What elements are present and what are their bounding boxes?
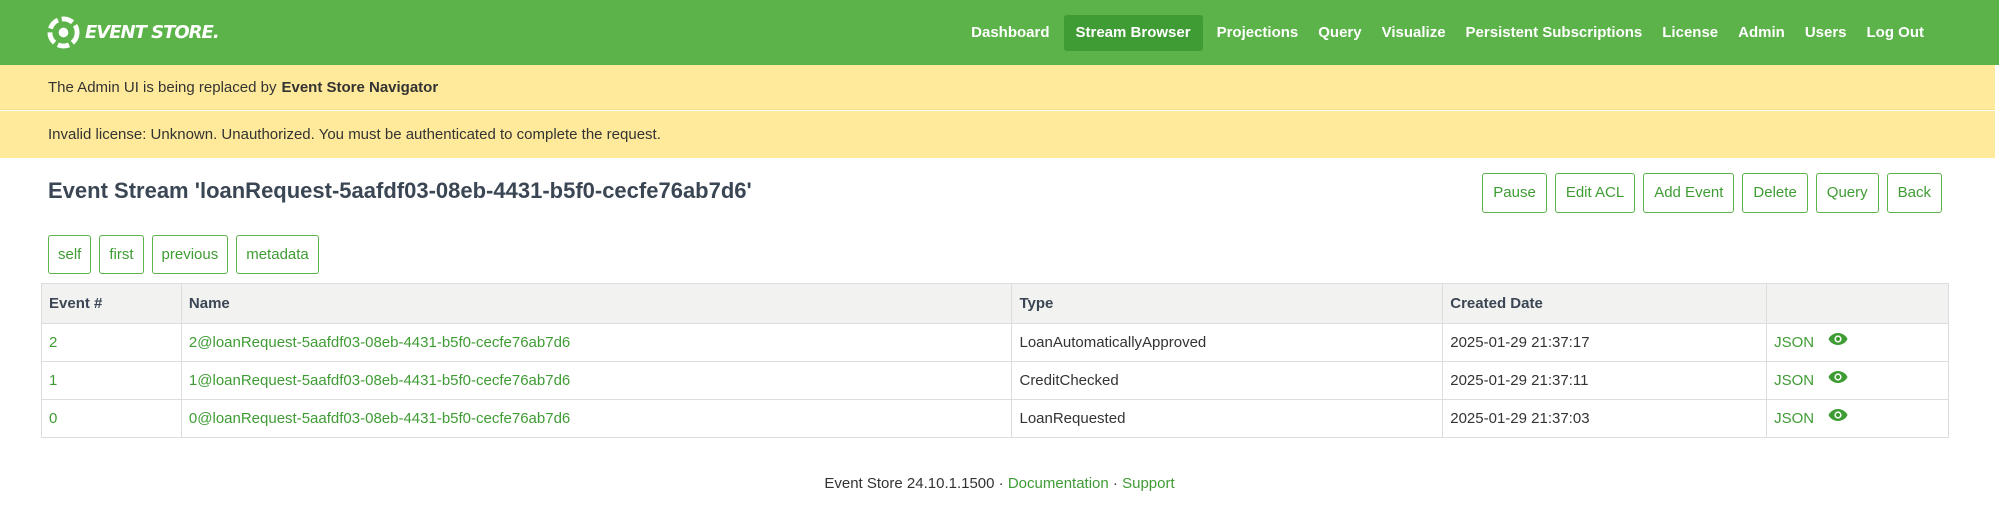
json-link[interactable]: JSON — [1774, 372, 1814, 389]
nav-log-out[interactable]: Log Out — [1857, 15, 1934, 51]
table-row: 0 0@loanRequest-5aafdf03-08eb-4431-b5f0-… — [41, 399, 1949, 438]
header-actions — [1766, 283, 1949, 324]
edit-acl-button[interactable]: Edit ACL — [1554, 173, 1636, 213]
event-created-date: 2025-01-29 21:37:03 — [1442, 399, 1768, 438]
previous-link[interactable]: previous — [151, 235, 229, 274]
footer-separator: · — [1112, 475, 1118, 492]
event-created-date: 2025-01-29 21:37:11 — [1442, 361, 1768, 400]
eye-icon[interactable] — [1828, 332, 1848, 350]
page-footer: Event Store 24.10.1.1500 · Documentation… — [0, 475, 1999, 492]
main-nav: Dashboard Stream Browser Projections Que… — [961, 0, 1999, 65]
back-button[interactable]: Back — [1886, 173, 1942, 213]
metadata-link[interactable]: metadata — [236, 235, 319, 274]
nav-persistent-subscriptions[interactable]: Persistent Subscriptions — [1456, 15, 1653, 51]
event-type: LoanRequested — [1011, 399, 1444, 438]
banner-replaced-text: The Admin UI is being replaced by — [48, 78, 277, 96]
event-actions-cell: JSON — [1766, 361, 1949, 400]
self-link[interactable]: self — [48, 235, 92, 274]
nav-users[interactable]: Users — [1795, 15, 1857, 51]
license-banner: Invalid license: Unknown. Unauthorized. … — [0, 111, 1995, 158]
nav-query[interactable]: Query — [1308, 15, 1371, 51]
event-type: CreditChecked — [1011, 361, 1444, 400]
event-created-date: 2025-01-29 21:37:17 — [1442, 323, 1768, 362]
first-link[interactable]: first — [99, 235, 144, 274]
stream-links: self first previous metadata — [48, 235, 319, 274]
footer-separator: · — [998, 475, 1004, 492]
event-name-link[interactable]: 0@loanRequest-5aafdf03-08eb-4431-b5f0-ce… — [180, 399, 1013, 438]
header-created-date: Created Date — [1442, 283, 1768, 324]
event-name-link[interactable]: 2@loanRequest-5aafdf03-08eb-4431-b5f0-ce… — [180, 323, 1013, 362]
stream-actions: Pause Edit ACL Add Event Delete Query Ba… — [1482, 173, 1942, 213]
license-warning-text: Invalid license: Unknown. Unauthorized. … — [48, 126, 661, 143]
navigator-link[interactable]: Event Store Navigator — [281, 79, 438, 96]
nav-visualize[interactable]: Visualize — [1372, 15, 1456, 51]
event-number-link[interactable]: 0 — [41, 399, 182, 438]
event-name-link[interactable]: 1@loanRequest-5aafdf03-08eb-4431-b5f0-ce… — [180, 361, 1013, 400]
query-button[interactable]: Query — [1815, 173, 1879, 213]
event-number-link[interactable]: 1 — [41, 361, 182, 400]
top-navbar: EVENT STORE. Dashboard Stream Browser Pr… — [0, 0, 1999, 65]
table-row: 1 1@loanRequest-5aafdf03-08eb-4431-b5f0-… — [41, 361, 1949, 400]
delete-button[interactable]: Delete — [1742, 173, 1808, 213]
logo-icon — [47, 15, 80, 49]
events-table: Event # Name Type Created Date 2 2@loanR… — [41, 283, 1949, 438]
event-type: LoanAutomaticallyApproved — [1011, 323, 1444, 362]
add-event-button[interactable]: Add Event — [1643, 173, 1735, 213]
nav-dashboard[interactable]: Dashboard — [961, 15, 1059, 51]
event-actions-cell: JSON — [1766, 399, 1949, 438]
header-event-number: Event # — [41, 283, 182, 324]
logo-text: EVENT STORE. — [85, 21, 220, 43]
event-actions-cell: JSON — [1766, 323, 1949, 362]
nav-projections[interactable]: Projections — [1207, 15, 1309, 51]
event-number-link[interactable]: 2 — [41, 323, 182, 362]
footer-version: Event Store 24.10.1.1500 — [824, 475, 995, 492]
nav-license[interactable]: License — [1652, 15, 1728, 51]
header-name: Name — [180, 283, 1013, 324]
nav-admin[interactable]: Admin — [1728, 15, 1795, 51]
header-type: Type — [1011, 283, 1444, 324]
eye-icon[interactable] — [1828, 370, 1848, 388]
event-store-logo[interactable]: EVENT STORE. — [47, 14, 220, 50]
json-link[interactable]: JSON — [1774, 334, 1814, 351]
navigator-banner: The Admin UI is being replaced by Event … — [0, 65, 1995, 110]
table-row: 2 2@loanRequest-5aafdf03-08eb-4431-b5f0-… — [41, 323, 1949, 362]
page-title: Event Stream 'loanRequest-5aafdf03-08eb-… — [48, 178, 752, 203]
json-link[interactable]: JSON — [1774, 410, 1814, 427]
nav-stream-browser[interactable]: Stream Browser — [1063, 14, 1203, 51]
pause-button[interactable]: Pause — [1482, 173, 1547, 213]
support-link[interactable]: Support — [1122, 475, 1175, 492]
documentation-link[interactable]: Documentation — [1008, 475, 1109, 492]
table-header-row: Event # Name Type Created Date — [41, 283, 1949, 324]
eye-icon[interactable] — [1828, 408, 1848, 426]
